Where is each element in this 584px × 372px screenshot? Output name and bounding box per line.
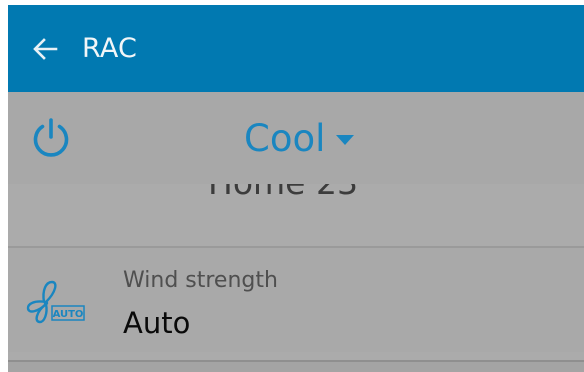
- back-button[interactable]: [30, 34, 60, 64]
- temperature-text: Home 23: [208, 184, 358, 202]
- arrow-left-icon: [33, 37, 58, 60]
- power-icon: [33, 118, 69, 157]
- divider-bottom: [8, 360, 584, 372]
- fan-auto-icon: AUTO: [26, 280, 85, 324]
- wind-strength-label: Wind strength: [123, 268, 278, 293]
- mode-bar: Cool: [8, 92, 584, 184]
- wind-strength-value: Auto: [123, 306, 191, 340]
- mode-dropdown[interactable]: Cool: [244, 112, 355, 164]
- wind-strength-row[interactable]: AUTO Wind strength Auto: [8, 248, 584, 352]
- temperature-row[interactable]: Home 23: [8, 184, 584, 246]
- caret-down-icon: [336, 135, 355, 145]
- mode-label: Cool: [244, 116, 326, 160]
- fan-auto-badge: AUTO: [53, 309, 84, 320]
- app-screen: RAC Cool Home 23 AUTO: [8, 5, 584, 372]
- page-title: RAC: [82, 33, 138, 64]
- power-button[interactable]: [28, 114, 74, 160]
- app-bar: RAC: [8, 5, 584, 92]
